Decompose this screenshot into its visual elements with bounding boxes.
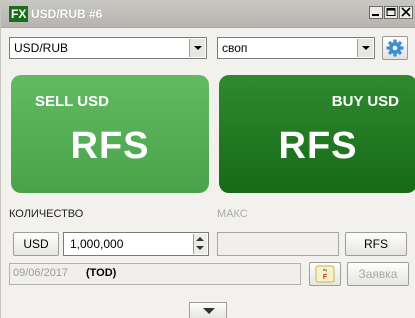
settlement-date-field[interactable]: 09/06/2017 (TOD) [9, 263, 301, 285]
svg-text:F: F [323, 274, 328, 281]
settlement-tenor: (TOD) [86, 267, 117, 279]
amount-input-value: 1,000,000 [70, 237, 124, 251]
settings-button[interactable] [382, 36, 408, 60]
buy-price: RFS [278, 125, 358, 167]
close-button[interactable] [399, 6, 413, 19]
currency-button[interactable]: USD [13, 232, 59, 256]
maximize-button[interactable] [384, 6, 398, 19]
instrument-select[interactable]: USD/RUB [9, 37, 207, 59]
buy-tile[interactable]: BUY USD RFS [219, 75, 415, 193]
minimize-button[interactable] [369, 6, 383, 19]
fx-logo-icon: FX [9, 6, 29, 22]
rfs-button[interactable]: RFS [345, 232, 407, 256]
expand-panel-button[interactable] [189, 302, 227, 318]
instrument-select-value: USD/RUB [14, 41, 69, 55]
fx-calculator-button[interactable]: ⇆ F [309, 262, 341, 286]
sell-side-label: SELL USD [35, 93, 109, 110]
title-bar[interactable]: FX USD/RUB #6 [1, 0, 415, 28]
amount-label: КОЛИЧЕСТВО [9, 208, 84, 220]
fx-ticket-window: FX USD/RUB #6 USD/RUB своп SELL USD RFS … [0, 0, 415, 318]
fx-rates-icon: ⇆ F [315, 265, 335, 283]
chevron-down-icon[interactable] [189, 39, 205, 57]
deal-type-select-value: своп [222, 41, 248, 55]
amount-stepper[interactable] [193, 234, 207, 254]
gear-icon [386, 39, 404, 57]
maximize-icon [386, 8, 396, 16]
deal-type-select[interactable]: своп [217, 37, 375, 59]
amount-input[interactable]: 1,000,000 [63, 232, 209, 256]
sell-price: RFS [70, 125, 150, 167]
max-label: МАКС [217, 208, 248, 220]
settlement-date: 09/06/2017 [13, 267, 69, 279]
stepper-down-icon[interactable] [196, 246, 204, 250]
sell-tile[interactable]: SELL USD RFS [11, 75, 209, 193]
request-button[interactable]: Заявка [347, 262, 409, 286]
window-title: USD/RUB #6 [31, 7, 103, 21]
stepper-up-icon[interactable] [196, 237, 204, 241]
max-field [217, 232, 339, 256]
minimize-icon [372, 14, 379, 16]
close-icon [401, 7, 411, 17]
chevron-down-icon[interactable] [357, 39, 373, 57]
buy-side-label: BUY USD [331, 93, 399, 110]
